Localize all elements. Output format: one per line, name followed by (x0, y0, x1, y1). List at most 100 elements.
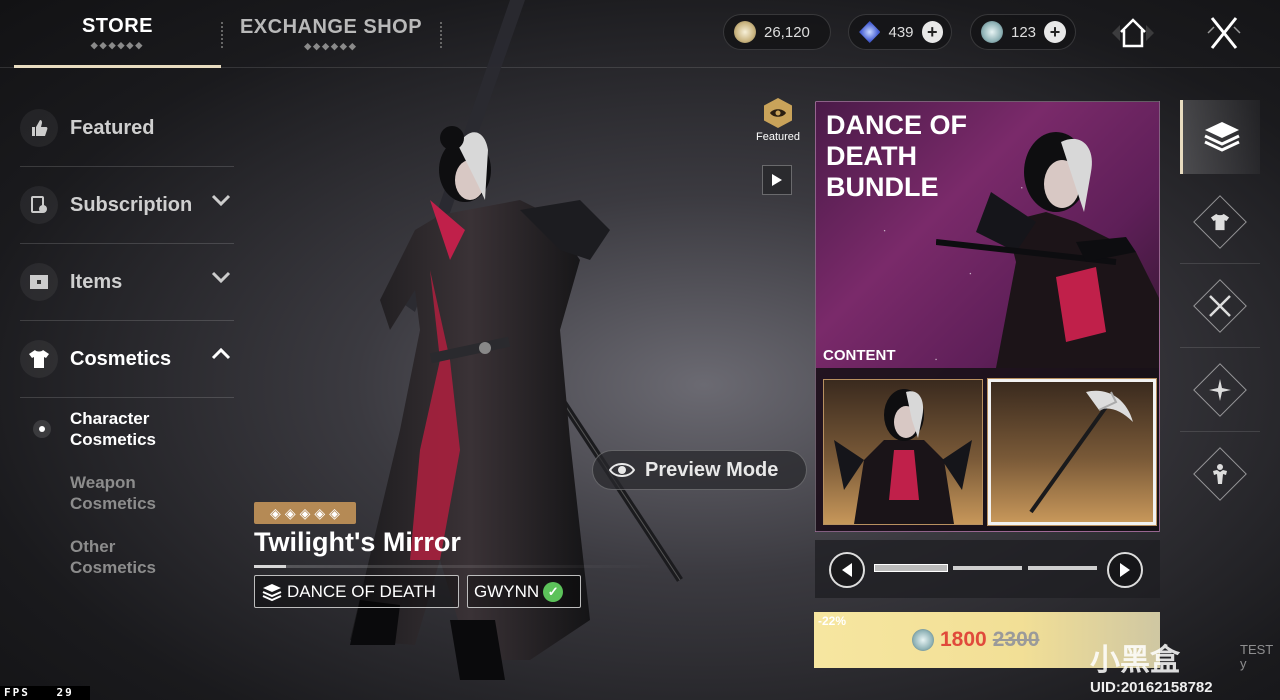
add-blue-currency-button[interactable]: + (921, 21, 943, 43)
subitem-label-line2: Cosmetics (70, 494, 156, 513)
close-button[interactable] (1198, 14, 1250, 52)
currency-gold-value: 26,120 (764, 23, 810, 41)
price-original: 2300 (992, 628, 1040, 651)
outfit-thumbnail (834, 389, 972, 524)
rarity-star-icon: ◈ (284, 504, 296, 521)
flex-pose-icon (1193, 447, 1247, 501)
preview-mode-button[interactable]: Preview Mode (592, 450, 807, 490)
shirt-icon (20, 340, 58, 378)
rarity-star-icon: ◈ (314, 504, 326, 521)
currency-blue: 439 + (848, 14, 952, 50)
item-title: Twilight's Mirror (254, 527, 461, 557)
tag-set[interactable]: DANCE OF DEATH (254, 575, 459, 608)
sidebar-item-label: Subscription (70, 193, 193, 216)
layers-icon (262, 583, 282, 601)
bundle-title-line: DANCE OF (826, 110, 967, 140)
arrow-left-icon (842, 563, 852, 577)
sidebar-item-cosmetics[interactable]: Cosmetics (20, 321, 234, 398)
currency-silver-value: 123 (1011, 23, 1037, 41)
featured-badge: Featured (752, 98, 804, 143)
sidebar: Featured Subscription Items Cosmetics Ch… (20, 90, 234, 590)
home-button[interactable] (1104, 14, 1162, 52)
content-label: CONTENT (823, 347, 896, 364)
silver-coin-icon (981, 21, 1003, 43)
eye-icon (609, 463, 635, 477)
title-underline (254, 565, 654, 568)
tab-decoration: ◆◆◆◆◆◆ (90, 39, 145, 50)
page-indicator-active[interactable] (874, 564, 948, 572)
sidebar-item-label: Featured (70, 116, 155, 139)
fps-value: 29 (56, 686, 74, 699)
tab-store[interactable]: STORE ◆◆◆◆◆◆ (14, 0, 221, 68)
outfit-icon (1193, 194, 1247, 249)
rarity-badge: ◈ ◈ ◈ ◈ ◈ (254, 502, 356, 524)
content-item-scythe[interactable] (987, 378, 1157, 526)
category-rail (1180, 100, 1260, 516)
tag-set-label: DANCE OF DEATH (287, 581, 436, 601)
chevron-down-icon (211, 271, 231, 284)
featured-eye-icon (764, 98, 792, 128)
subitem-label-line2: Cosmetics (70, 558, 156, 577)
next-button[interactable] (1107, 552, 1143, 588)
tag-character-label: GWYNN (474, 581, 540, 601)
watermark-logo: 小黑盒 (1090, 644, 1180, 677)
bundle-pager (815, 540, 1160, 598)
user-id: UID:20162158782 (1090, 679, 1213, 696)
watermark-text: y (1240, 656, 1247, 671)
chevron-up-icon (211, 347, 231, 360)
page-indicator[interactable] (953, 566, 1022, 570)
subitem-label-line2: Cosmetics (70, 430, 156, 449)
bundle-title-line: BUNDLE (826, 172, 939, 202)
price-row: 1800 2300 (912, 628, 1039, 652)
rail-item-bundles[interactable] (1180, 100, 1260, 174)
sidebar-subitem-character-cosmetics[interactable]: Character Cosmetics (20, 398, 234, 462)
home-icon (1112, 18, 1154, 48)
sidebar-item-label: Items (70, 270, 123, 293)
sidebar-item-featured[interactable]: Featured (20, 90, 234, 167)
thumbs-up-icon (20, 109, 58, 147)
watermark: 小黑盒 TEST y (1090, 635, 1275, 677)
bundle-title-line: DEATH (826, 141, 917, 171)
subitem-label-line1: Weapon (70, 473, 136, 492)
discount-badge: -22% (818, 614, 847, 628)
scythe-thumbnail (1029, 390, 1133, 514)
rail-item-emotes[interactable] (1180, 432, 1260, 516)
arrow-right-icon (1120, 563, 1130, 577)
close-icon (1207, 17, 1241, 49)
sidebar-subitem-other-cosmetics[interactable]: Other Cosmetics (20, 526, 234, 590)
preview-mode-label: Preview Mode (645, 458, 779, 481)
chevron-down-icon (211, 194, 231, 207)
blue-crystal-icon (859, 21, 881, 43)
rail-item-outfits[interactable] (1180, 180, 1260, 264)
tag-character[interactable]: GWYNN ✓ (467, 575, 581, 608)
check-icon: ✓ (543, 581, 564, 602)
selected-dot-icon (33, 420, 51, 438)
crossed-swords-icon (1193, 278, 1247, 333)
content-item-outfit[interactable] (823, 379, 983, 525)
fps-counter: FPS 29 (0, 686, 90, 700)
currency-silver: 123 + (970, 14, 1076, 50)
chest-icon (20, 263, 58, 301)
sidebar-subitem-weapon-cosmetics[interactable]: Weapon Cosmetics (20, 462, 234, 526)
play-video-button[interactable] (762, 165, 792, 195)
currency-blue-value: 439 (888, 23, 914, 41)
page-indicator[interactable] (1028, 566, 1097, 570)
previous-button[interactable] (829, 552, 865, 588)
bundle-card[interactable]: DANCE OF DEATH BUNDLE CONTENT (815, 101, 1160, 532)
watermark-text: TEST (1240, 642, 1274, 657)
rail-item-emblems[interactable] (1180, 348, 1260, 432)
sidebar-item-subscription[interactable]: Subscription (20, 167, 234, 244)
rail-item-weapons[interactable] (1180, 264, 1260, 348)
sidebar-item-items[interactable]: Items (20, 244, 234, 321)
play-icon (772, 174, 782, 186)
bundle-title: DANCE OF DEATH BUNDLE (826, 110, 996, 203)
rarity-star-icon: ◈ (329, 504, 340, 521)
star-compass-icon (1193, 362, 1247, 417)
rarity-star-icon: ◈ (299, 504, 311, 521)
layers-icon (1203, 122, 1240, 152)
silver-coin-icon (912, 629, 934, 651)
fps-label: FPS (4, 686, 30, 699)
price-current: 1800 (940, 628, 987, 651)
add-silver-currency-button[interactable]: + (1044, 21, 1067, 43)
subscription-icon (20, 186, 58, 224)
